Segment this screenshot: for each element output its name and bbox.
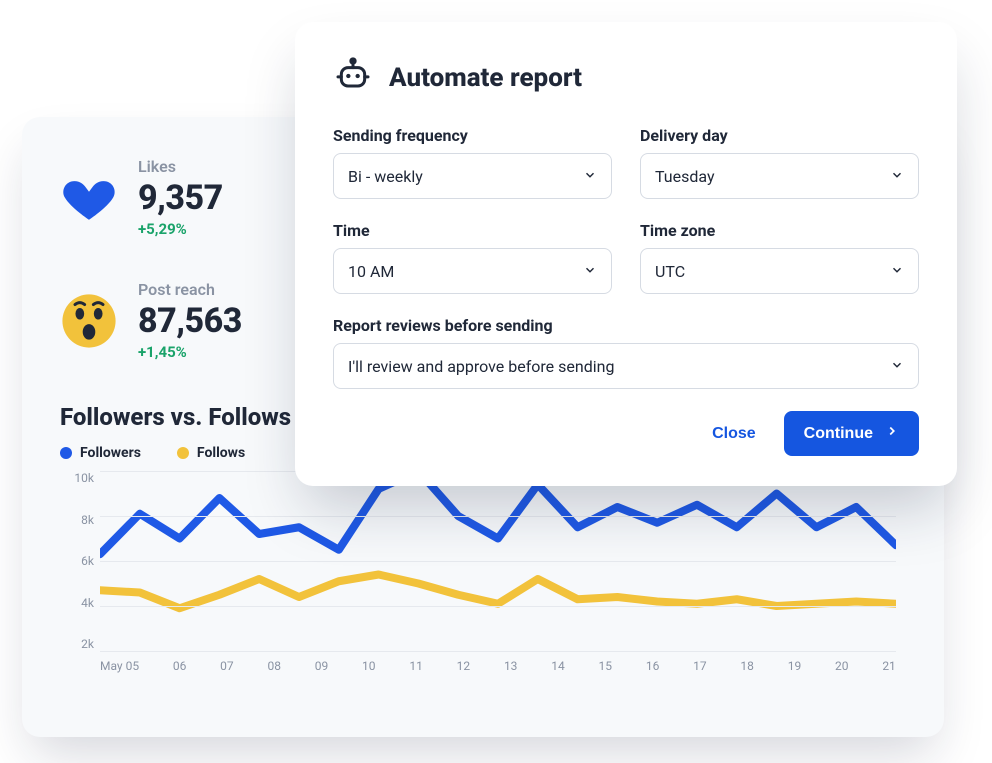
chevron-right-icon (885, 424, 899, 443)
day-value: Tuesday (655, 167, 715, 186)
chevron-down-icon (890, 357, 904, 376)
stat-likes-delta: +5,29% (138, 220, 223, 238)
modal-title: Automate report (389, 63, 582, 93)
day-select[interactable]: Tuesday (640, 153, 919, 199)
review-label: Report reviews before sending (333, 316, 919, 335)
field-day: Delivery day Tuesday (640, 126, 919, 199)
legend-followers: Followers (60, 445, 141, 461)
stat-post-reach-text: Post reach 87,563 +1,45% (138, 280, 242, 361)
legend-dot-follows (177, 447, 189, 459)
modal-footer: Close Continue (333, 411, 919, 456)
stat-likes-label: Likes (138, 157, 223, 176)
automate-report-modal: Automate report Sending frequency Bi - w… (295, 22, 957, 486)
legend-followers-label: Followers (80, 445, 141, 461)
frequency-label: Sending frequency (333, 126, 612, 145)
heart-icon (60, 169, 118, 227)
field-review: Report reviews before sending I'll revie… (333, 316, 919, 389)
robot-icon (333, 56, 373, 100)
chart-plot (100, 471, 896, 651)
stat-likes-text: Likes 9,357 +5,29% (138, 157, 223, 238)
chevron-down-icon (890, 262, 904, 281)
chevron-down-icon (583, 262, 597, 281)
legend-follows-label: Follows (197, 445, 245, 461)
field-tz: Time zone UTC (640, 221, 919, 294)
chevron-down-icon (583, 167, 597, 186)
continue-button-label: Continue (804, 425, 873, 443)
frequency-value: Bi - weekly (348, 167, 423, 186)
field-frequency: Sending frequency Bi - weekly (333, 126, 612, 199)
stat-post-reach-label: Post reach (138, 280, 242, 299)
field-time: Time 10 AM (333, 221, 612, 294)
form-grid: Sending frequency Bi - weekly Delivery d… (333, 126, 919, 389)
tz-label: Time zone (640, 221, 919, 240)
tz-value: UTC (655, 262, 685, 281)
y-axis-labels: 10k8k6k4k2k (60, 471, 94, 651)
wow-emoji-icon (60, 292, 118, 350)
day-label: Delivery day (640, 126, 919, 145)
time-select[interactable]: 10 AM (333, 248, 612, 294)
close-button[interactable]: Close (712, 425, 756, 443)
stat-likes-value: 9,357 (138, 178, 223, 218)
x-axis-labels: May 0506070809101112131415161718192021 (100, 659, 896, 681)
chart-area: 10k8k6k4k2k May 050607080910111213141516… (60, 471, 906, 681)
frequency-select[interactable]: Bi - weekly (333, 153, 612, 199)
tz-select[interactable]: UTC (640, 248, 919, 294)
chevron-down-icon (890, 167, 904, 186)
stat-post-reach-value: 87,563 (138, 301, 242, 341)
legend-dot-followers (60, 447, 72, 459)
time-label: Time (333, 221, 612, 240)
continue-button[interactable]: Continue (784, 411, 919, 456)
time-value: 10 AM (348, 262, 394, 281)
stat-post-reach-delta: +1,45% (138, 343, 242, 361)
review-value: I'll review and approve before sending (348, 357, 614, 376)
review-select[interactable]: I'll review and approve before sending (333, 343, 919, 389)
legend-follows: Follows (177, 445, 245, 461)
modal-header: Automate report (333, 56, 919, 100)
